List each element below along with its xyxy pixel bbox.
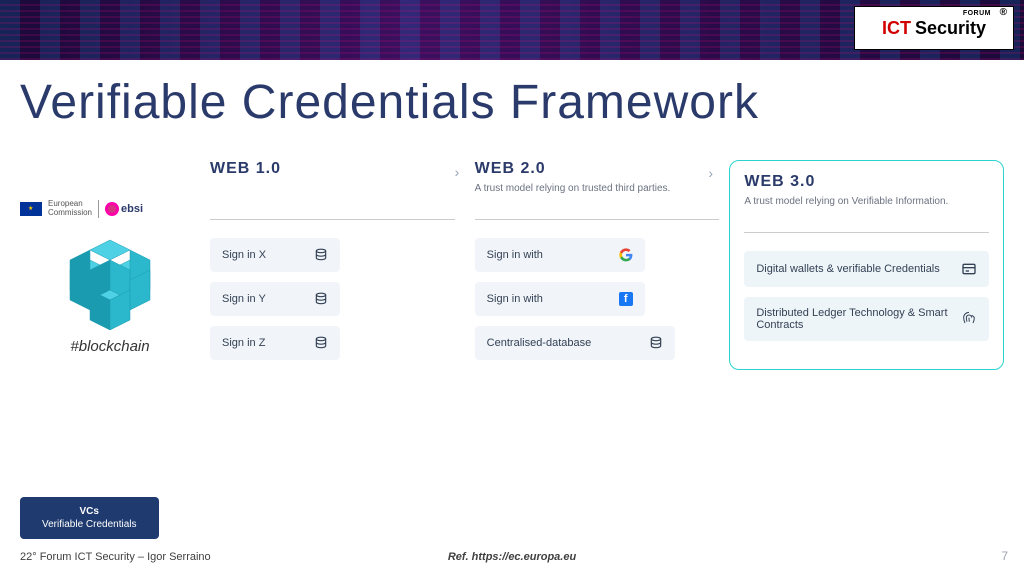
web2-item: Sign in with f — [475, 282, 645, 316]
credential-card-icon — [961, 261, 977, 277]
slide: FORUM ® ICT Security Verifiable Credenti… — [0, 0, 1024, 577]
column-web3: › WEB 3.0 A trust model relying on Verif… — [729, 160, 1004, 370]
vcs-legend-line1: VCs — [42, 505, 137, 518]
web3-item: Distributed Ledger Technology & Smart Co… — [744, 297, 989, 341]
logo-forum-text: FORUM — [963, 10, 991, 17]
column-web2-header: WEB 2.0 A trust model relying on trusted… — [475, 160, 720, 220]
chevron-right-icon: › — [455, 164, 460, 180]
item-label: Sign in with — [487, 293, 611, 305]
chevron-right-icon: › — [708, 165, 713, 181]
column-web1: WEB 1.0 Sign in X Sign in Y Sign in Z — [200, 160, 465, 370]
slide-title: Verifiable Credentials Framework — [0, 60, 1024, 140]
item-label: Sign in with — [487, 249, 611, 261]
ebsi-text: ebsi — [121, 203, 143, 215]
logo-ict: ICT — [882, 18, 911, 39]
database-icon — [649, 336, 663, 350]
facebook-icon: f — [619, 292, 633, 306]
footer-left: 22° Forum ICT Security – Igor Serraino — [20, 551, 211, 563]
column-web2-subtitle: A trust model relying on trusted third p… — [475, 182, 720, 195]
web3-item: Digital wallets & verifiable Credentials — [744, 251, 989, 287]
blockchain-hashtag: #blockchain — [20, 338, 200, 355]
column-web1-header: WEB 1.0 — [210, 160, 455, 220]
top-banner: FORUM ® ICT Security — [0, 0, 1024, 60]
eu-commission-label: European Commission — [48, 200, 99, 218]
vcs-legend-button: VCs Verifiable Credentials — [20, 497, 159, 539]
database-icon — [314, 248, 328, 262]
column-web3-title: WEB 3.0 — [744, 173, 989, 191]
web-columns: WEB 1.0 Sign in X Sign in Y Sign in Z — [200, 160, 1004, 370]
page-number: 7 — [1001, 549, 1008, 563]
eu-flag-icon — [20, 202, 42, 216]
eu-ebsi-logos: European Commission ebsi — [20, 200, 200, 218]
column-web2-title: WEB 2.0 — [475, 160, 720, 178]
web1-item: Sign in X — [210, 238, 340, 272]
ebsi-bubble-icon — [105, 202, 119, 216]
column-web3-header: WEB 3.0 A trust model relying on Verifia… — [744, 173, 989, 233]
web1-item: Sign in Y — [210, 282, 340, 316]
vcs-legend-line2: Verifiable Credentials — [42, 518, 137, 531]
web2-item: Sign in with — [475, 238, 645, 272]
item-label: Sign in Z — [222, 337, 306, 349]
ict-security-logo: FORUM ® ICT Security — [854, 6, 1014, 50]
logo-security: Security — [915, 18, 986, 39]
item-label: Sign in X — [222, 249, 306, 261]
item-label: Centralised-database — [487, 337, 641, 349]
web2-item: Centralised-database — [475, 326, 675, 360]
column-web2: › WEB 2.0 A trust model relying on trust… — [465, 160, 730, 370]
left-column: European Commission ebsi — [20, 160, 200, 355]
item-label: Distributed Ledger Technology & Smart Co… — [756, 307, 953, 331]
fingerprint-icon — [961, 311, 977, 327]
ebsi-logo: ebsi — [105, 202, 143, 216]
item-label: Digital wallets & verifiable Credentials — [756, 263, 953, 275]
google-icon — [619, 248, 633, 262]
web1-item: Sign in Z — [210, 326, 340, 360]
content-row: European Commission ebsi — [0, 140, 1024, 370]
logo-registered: ® — [1000, 7, 1007, 18]
database-icon — [314, 292, 328, 306]
column-web1-title: WEB 1.0 — [210, 160, 455, 178]
database-icon — [314, 336, 328, 350]
footer-reference: Ref. https://ec.europa.eu — [448, 551, 576, 563]
item-label: Sign in Y — [222, 293, 306, 305]
blockchain-cube-icon — [50, 230, 170, 330]
column-web3-subtitle: A trust model relying on Verifiable Info… — [744, 195, 989, 208]
